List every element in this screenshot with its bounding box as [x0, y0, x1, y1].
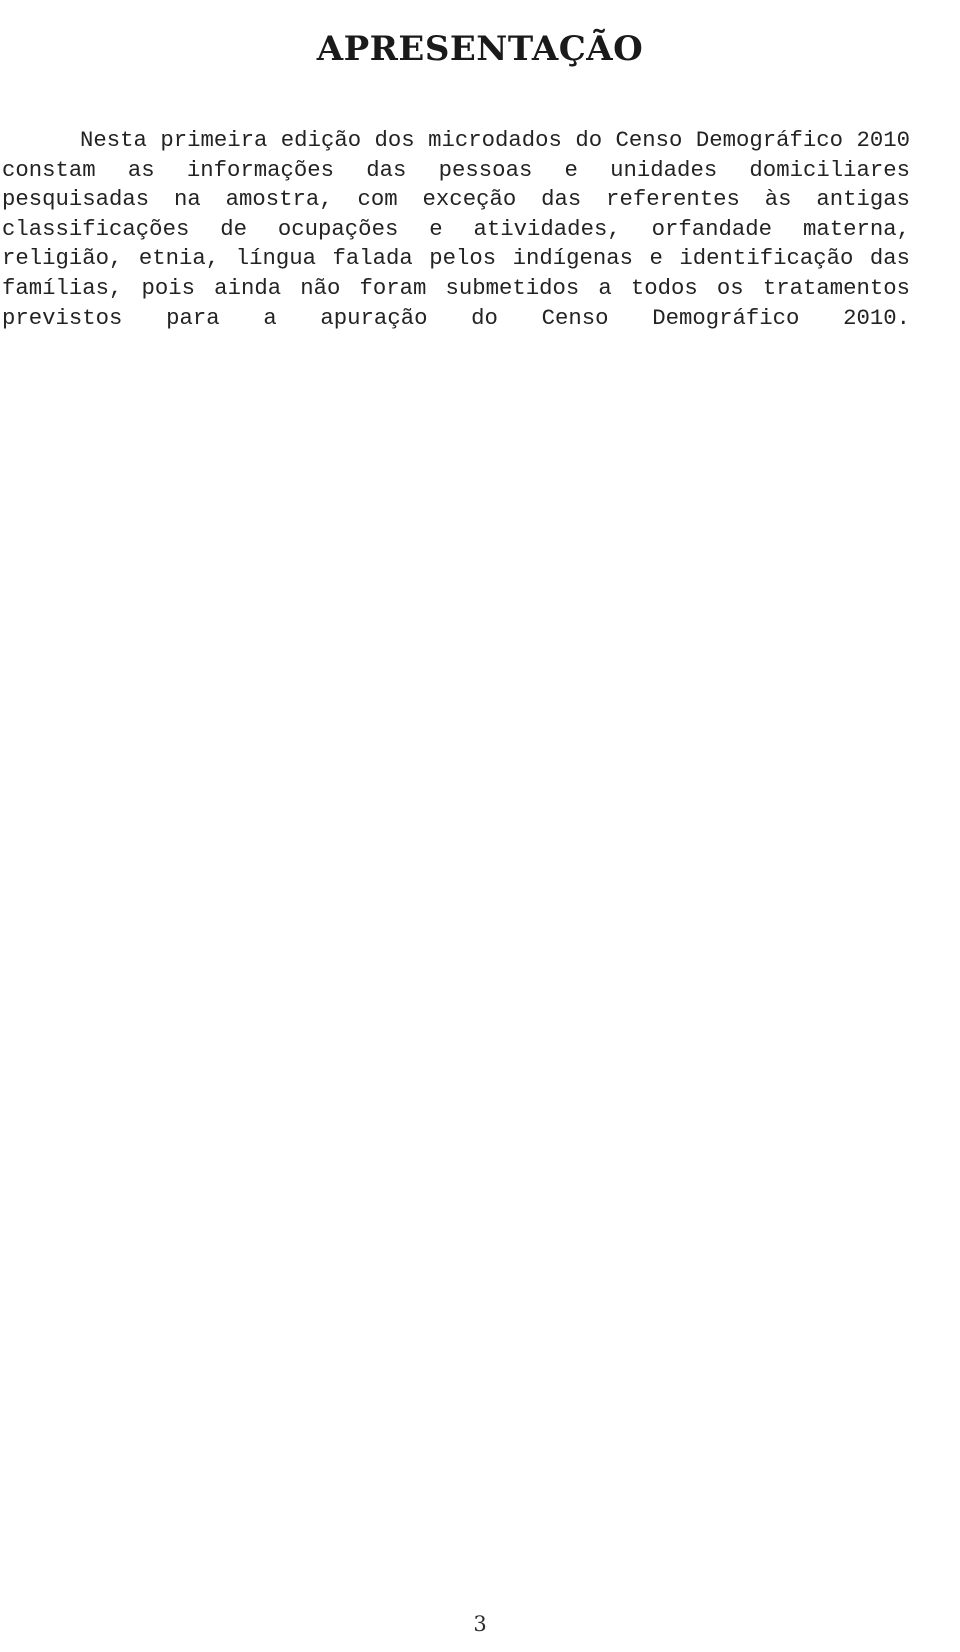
body-text-block: Nesta primeira edição dos microdados do … [2, 126, 910, 363]
body-paragraph: Nesta primeira edição dos microdados do … [2, 127, 910, 331]
document-page: APRESENTAÇÃO Nesta primeira edição dos m… [0, 0, 960, 1652]
page-title: APRESENTAÇÃO [316, 28, 644, 69]
page-number: 3 [473, 1612, 487, 1636]
